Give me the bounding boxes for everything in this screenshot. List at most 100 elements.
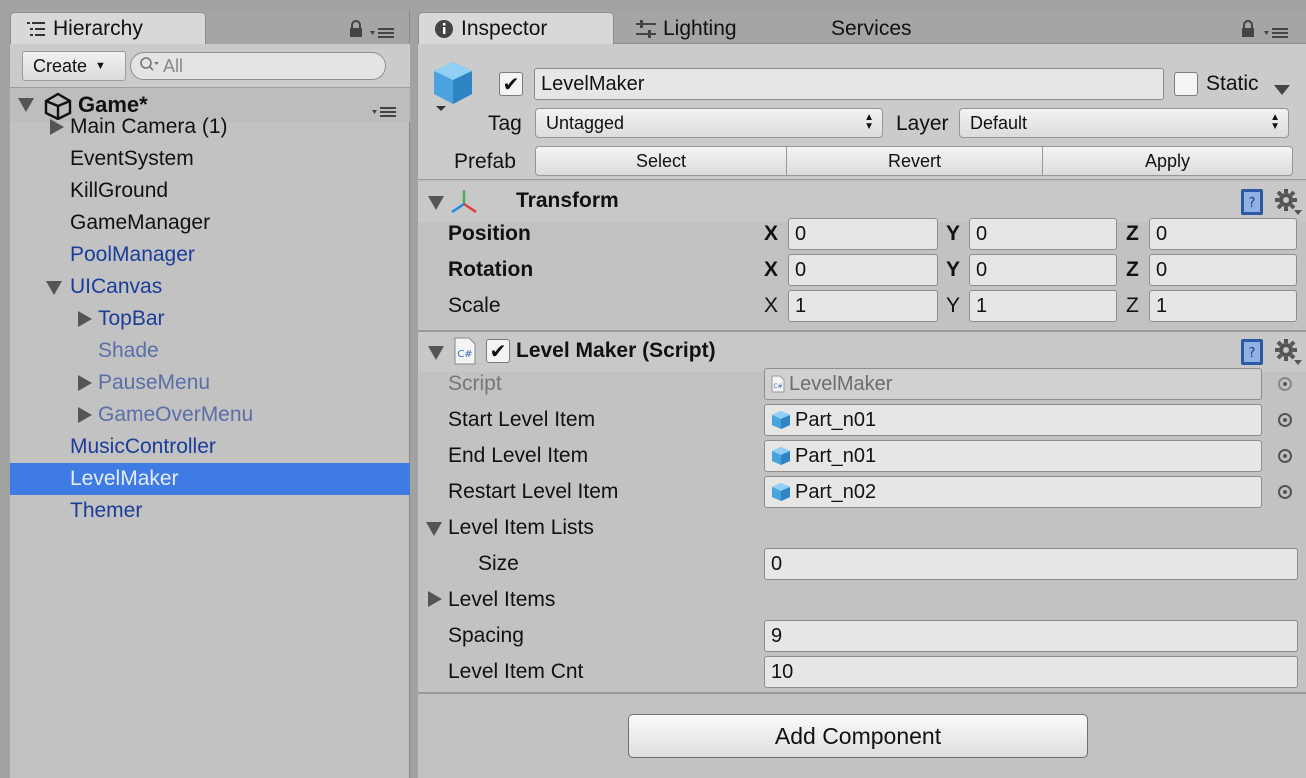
- gear-icon[interactable]: [1274, 188, 1302, 222]
- hierarchy-item-eventsystem[interactable]: EventSystem: [10, 143, 410, 175]
- scale-z-input[interactable]: 1: [1149, 290, 1297, 322]
- hierarchy-item-levelmaker[interactable]: LevelMaker: [10, 463, 410, 495]
- add-component-button[interactable]: Add Component: [628, 714, 1088, 758]
- expand-arrow-icon[interactable]: [426, 522, 442, 536]
- prefab-apply-button[interactable]: Apply: [1043, 146, 1293, 176]
- start-level-item-field[interactable]: Part_n01: [764, 404, 1262, 436]
- rotation-z-input[interactable]: 0: [1149, 254, 1297, 286]
- scale-y-input[interactable]: 1: [969, 290, 1117, 322]
- rotation-x-input[interactable]: 0: [788, 254, 938, 286]
- hierarchy-item-musiccontroller[interactable]: MusicController: [10, 431, 410, 463]
- active-checkbox[interactable]: ✔: [499, 72, 523, 96]
- hierarchy-item-uicanvas[interactable]: UICanvas: [10, 271, 410, 303]
- object-name-input[interactable]: LevelMaker: [534, 68, 1164, 100]
- search-input[interactable]: All: [130, 52, 386, 80]
- object-picker-icon[interactable]: [1278, 449, 1292, 463]
- rotation-x-value: 0: [795, 258, 807, 281]
- add-component-label: Add Component: [774, 722, 942, 749]
- hierarchy-toolbar: Create ▼ All: [10, 44, 410, 88]
- expand-arrow-icon[interactable]: [50, 119, 64, 135]
- layer-dropdown[interactable]: Default ▲ ▼: [959, 108, 1289, 138]
- collapse-arrow-icon[interactable]: [428, 196, 444, 210]
- restart-level-item-field[interactable]: Part_n02: [764, 476, 1262, 508]
- position-x-input[interactable]: 0: [788, 218, 938, 250]
- create-button[interactable]: Create ▼: [22, 51, 126, 81]
- position-z-input[interactable]: 0: [1149, 218, 1297, 250]
- prefab-cube-icon: [772, 411, 790, 429]
- object-picker-icon[interactable]: [1278, 413, 1292, 427]
- position-y-input[interactable]: 0: [969, 218, 1117, 250]
- tab-services[interactable]: Services: [816, 12, 956, 44]
- script-enabled-checkbox[interactable]: ✔: [486, 339, 510, 363]
- object-header: ✔ LevelMaker Static Tag Untagged ▲ ▼ Laye…: [418, 44, 1306, 180]
- create-button-label: Create: [33, 55, 88, 76]
- hierarchy-item-topbar[interactable]: TopBar: [10, 303, 410, 335]
- tab-lighting[interactable]: Lighting: [620, 12, 800, 44]
- rotation-y-input[interactable]: 0: [969, 254, 1117, 286]
- lock-icon[interactable]: [1240, 20, 1256, 44]
- search-icon: [139, 56, 161, 77]
- start-level-item-label: Start Level Item: [448, 408, 596, 431]
- panel-menu-icon[interactable]: [370, 22, 404, 46]
- prefab-revert-button[interactable]: Revert: [787, 146, 1043, 176]
- tag-dropdown[interactable]: Untagged ▲ ▼: [535, 108, 883, 138]
- scale-x-value: 1: [795, 294, 807, 317]
- lock-icon[interactable]: [348, 20, 364, 44]
- hierarchy-item-killground[interactable]: KillGround: [10, 175, 410, 207]
- position-z-value: 0: [1156, 222, 1168, 245]
- expand-arrow-icon[interactable]: [78, 375, 92, 391]
- svg-text:?: ?: [1249, 346, 1256, 361]
- level-item-lists-label: Level Item Lists: [448, 516, 594, 539]
- tab-hierarchy[interactable]: Hierarchy: [10, 12, 206, 44]
- help-book-icon[interactable]: ?: [1240, 188, 1266, 222]
- object-picker-icon: [1278, 377, 1292, 391]
- csharp-script-icon: C#: [454, 337, 476, 371]
- transform-title: Transform: [516, 189, 619, 212]
- expand-arrow-icon[interactable]: [78, 407, 92, 423]
- hierarchy-item-label: Main Camera (1): [70, 115, 228, 138]
- object-picker-icon[interactable]: [1278, 485, 1292, 499]
- hierarchy-item-label: UICanvas: [70, 275, 163, 298]
- expand-arrow-icon[interactable]: [18, 98, 34, 112]
- hierarchy-item-shade[interactable]: Shade: [10, 335, 410, 367]
- gear-icon[interactable]: [1274, 338, 1302, 372]
- level-item-cnt-input[interactable]: 10: [764, 656, 1298, 688]
- svg-text:C#: C#: [457, 349, 472, 360]
- help-book-icon[interactable]: ?: [1240, 338, 1266, 372]
- updown-arrows-icon: ▲ ▼: [864, 112, 874, 132]
- end-level-item-field[interactable]: Part_n01: [764, 440, 1262, 472]
- spacing-label: Spacing: [448, 624, 524, 647]
- static-checkbox[interactable]: [1174, 72, 1198, 96]
- hierarchy-item-poolmanager[interactable]: PoolManager: [10, 239, 410, 271]
- hierarchy-tabbar: Hierarchy: [10, 10, 409, 44]
- transform-header[interactable]: Transform ?: [418, 182, 1306, 222]
- collapse-arrow-icon[interactable]: [428, 346, 444, 360]
- hierarchy-item-themer[interactable]: Themer: [10, 495, 410, 527]
- expand-arrow-icon[interactable]: [78, 311, 92, 327]
- scale-x-input[interactable]: 1: [788, 290, 938, 322]
- prefab-select-button[interactable]: Select: [535, 146, 787, 176]
- script-header[interactable]: C# ✔ Level Maker (Script) ?: [418, 332, 1306, 372]
- position-y-label: Y: [946, 222, 961, 245]
- spacing-input[interactable]: 9: [764, 620, 1298, 652]
- hierarchy-item-label: PoolManager: [70, 243, 195, 266]
- hierarchy-item-gameovermenu[interactable]: GameOverMenu: [10, 399, 410, 431]
- tab-inspector[interactable]: Inspector: [418, 12, 614, 44]
- hierarchy-item-label: MusicController: [70, 435, 216, 458]
- hierarchy-item-main-camera[interactable]: Main Camera (1): [10, 111, 410, 143]
- hierarchy-item-pausemenu[interactable]: PauseMenu: [10, 367, 410, 399]
- size-value: 0: [771, 552, 783, 575]
- expand-arrow-icon[interactable]: [428, 591, 442, 607]
- end-level-item-label: End Level Item: [448, 444, 589, 467]
- position-y-value: 0: [976, 222, 988, 245]
- expand-arrow-icon[interactable]: [46, 281, 62, 295]
- hierarchy-item-gamemanager[interactable]: GameManager: [10, 207, 410, 239]
- panel-menu-icon[interactable]: [1264, 22, 1298, 46]
- csharp-script-icon: C#: [771, 375, 785, 393]
- hierarchy-item-label: TopBar: [98, 307, 165, 330]
- position-x-label: X: [764, 222, 779, 245]
- size-input[interactable]: 0: [764, 548, 1298, 580]
- object-name-value: LevelMaker: [541, 72, 645, 95]
- static-dropdown-icon[interactable]: [1274, 78, 1290, 102]
- tag-value: Untagged: [546, 112, 625, 133]
